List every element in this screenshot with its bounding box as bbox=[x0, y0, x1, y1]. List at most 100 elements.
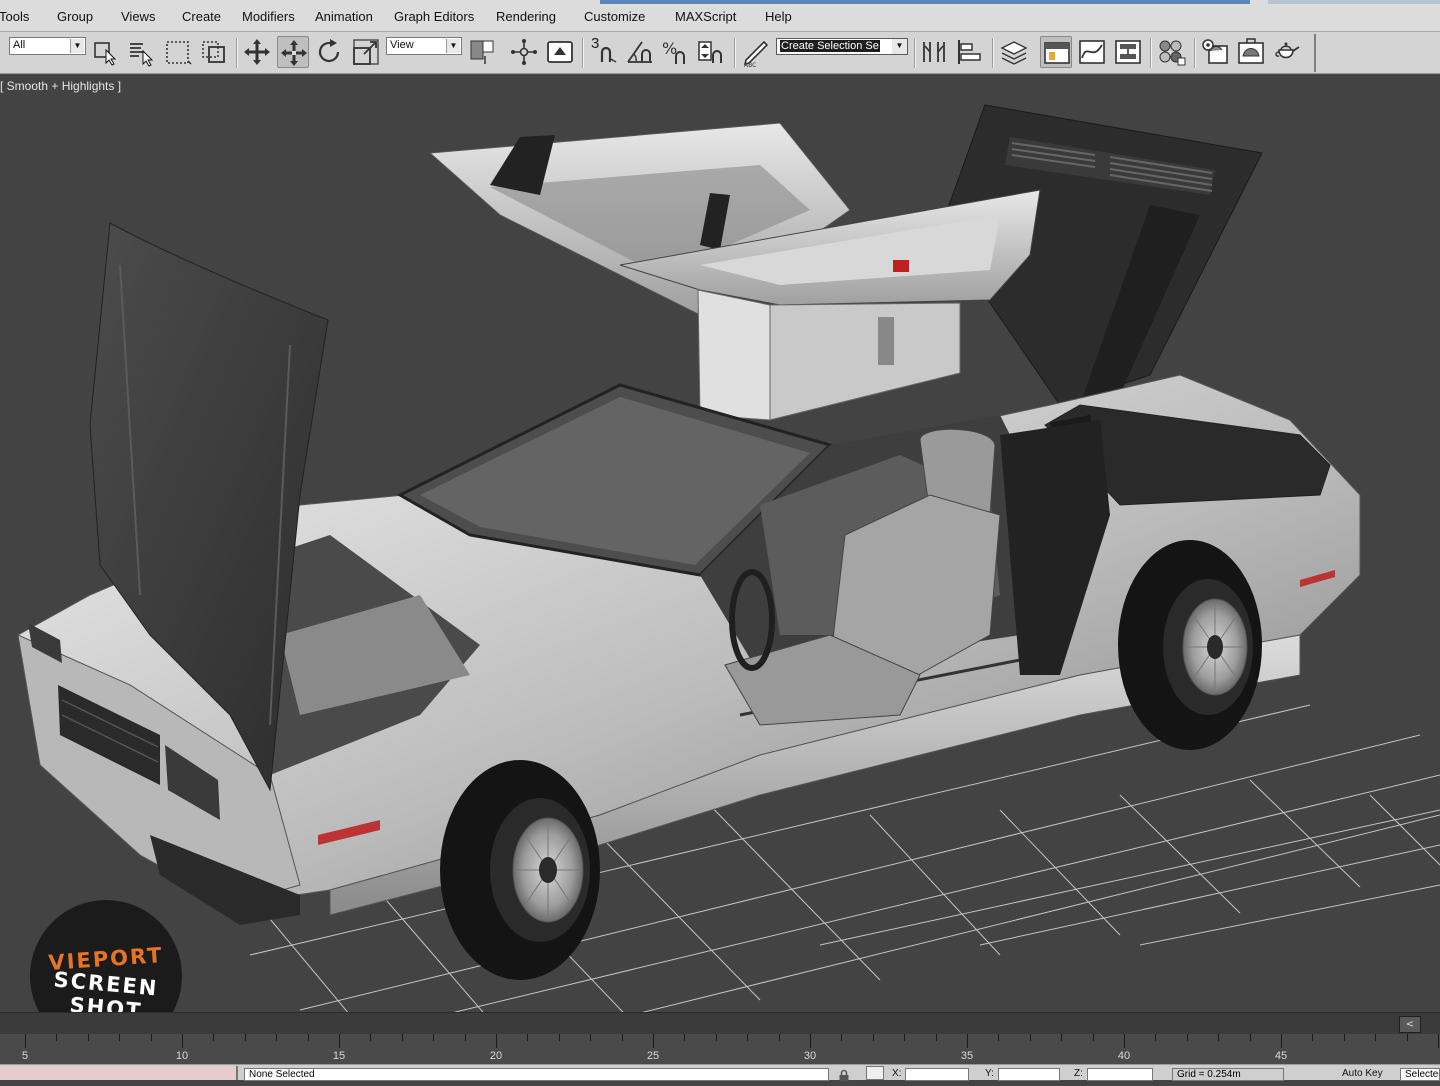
render-teapot-button[interactable] bbox=[1271, 36, 1303, 68]
graphite-ribbon-button[interactable] bbox=[1040, 36, 1072, 68]
toolbar-separator bbox=[914, 38, 916, 68]
timeline-tick-label: 30 bbox=[803, 1050, 817, 1062]
pivot-center-icon bbox=[470, 40, 494, 64]
snap-toggle-button[interactable]: 3 bbox=[588, 35, 620, 68]
align-icon bbox=[958, 40, 981, 64]
select-move-button[interactable] bbox=[241, 36, 273, 68]
chevron-down-icon[interactable]: ▼ bbox=[892, 39, 907, 54]
timeline-tick bbox=[496, 1034, 497, 1048]
timeline-tick bbox=[182, 1034, 183, 1048]
timeline-tick bbox=[1124, 1034, 1125, 1048]
window-crossing-button[interactable] bbox=[198, 36, 230, 68]
svg-text:ABC: ABC bbox=[744, 62, 756, 68]
scale-icon bbox=[353, 39, 379, 65]
front-wheel bbox=[440, 760, 600, 980]
track-bar[interactable]: 5 10 15 20 25 30 35 40 45 bbox=[0, 1034, 1440, 1064]
select-manipulate-button[interactable] bbox=[508, 36, 540, 68]
toolbar-end-divider bbox=[1314, 34, 1316, 72]
align-button[interactable] bbox=[954, 36, 986, 68]
mirror-button[interactable] bbox=[918, 36, 950, 68]
curve-editor-button[interactable] bbox=[1076, 36, 1108, 68]
named-selection-input[interactable]: Create Selection Se ▼ bbox=[776, 38, 908, 55]
timeline-tick bbox=[276, 1034, 278, 1041]
menu-create[interactable]: Create bbox=[182, 9, 221, 24]
rendered-frame-icon bbox=[1238, 38, 1264, 64]
select-manipulate-icon bbox=[511, 39, 537, 65]
spinner-snap-button[interactable] bbox=[696, 36, 728, 68]
render-teapot-icon bbox=[1275, 42, 1300, 59]
curve-editor-icon bbox=[1079, 40, 1105, 64]
timeline-tick-label: 20 bbox=[489, 1050, 503, 1062]
timeline-tick bbox=[1375, 1034, 1377, 1041]
angle-snap-button[interactable] bbox=[624, 36, 656, 68]
timeline-tick-label: 10 bbox=[175, 1050, 189, 1062]
schematic-view-button[interactable] bbox=[1112, 36, 1144, 68]
timeline-tick bbox=[150, 1034, 152, 1041]
timeline-tick bbox=[1249, 1034, 1251, 1041]
menu-graph-editors[interactable]: Graph Editors bbox=[394, 9, 474, 24]
rear-wheel bbox=[1118, 540, 1262, 750]
selection-filter-value: All bbox=[13, 39, 26, 51]
timeline-tick bbox=[558, 1034, 560, 1041]
reference-coord-dropdown[interactable]: View ▼ bbox=[386, 37, 462, 55]
title-strip-right bbox=[1268, 0, 1440, 4]
key-filter-dropdown[interactable]: Selected bbox=[1400, 1068, 1440, 1081]
menu-rendering[interactable]: Rendering bbox=[496, 9, 556, 24]
menu-customize[interactable]: Customize bbox=[584, 9, 645, 24]
lock-icon[interactable] bbox=[838, 1067, 850, 1082]
time-slider-prev-button[interactable]: < bbox=[1399, 1016, 1421, 1033]
x-coordinate-field[interactable] bbox=[905, 1068, 969, 1081]
menu-help[interactable]: Help bbox=[765, 9, 792, 24]
toolbar-separator bbox=[1150, 38, 1152, 68]
menu-animation[interactable]: Animation bbox=[315, 9, 373, 24]
rect-region-button[interactable] bbox=[162, 36, 194, 68]
viewport-shading-label[interactable]: [ Smooth + Highlights ] bbox=[0, 79, 121, 93]
auto-key-button[interactable]: Auto Key bbox=[1342, 1068, 1394, 1079]
rotate-icon bbox=[318, 39, 340, 63]
rendered-frame-button[interactable] bbox=[1235, 36, 1267, 68]
timeline-tick bbox=[935, 1034, 937, 1041]
menu-modifiers[interactable]: Modifiers bbox=[242, 9, 295, 24]
layer-manager-button[interactable] bbox=[998, 36, 1030, 68]
rotate-button[interactable] bbox=[313, 36, 345, 68]
time-slider[interactable]: < bbox=[0, 1012, 1440, 1035]
timeline-tick-label: 40 bbox=[1117, 1050, 1131, 1062]
select-by-name-button[interactable] bbox=[126, 36, 158, 68]
timeline-tick bbox=[810, 1034, 811, 1048]
timeline-tick-label: 15 bbox=[332, 1050, 346, 1062]
scale-button[interactable] bbox=[350, 36, 382, 68]
z-coordinate-field[interactable] bbox=[1087, 1068, 1153, 1081]
render-setup-button[interactable] bbox=[1199, 36, 1231, 68]
selection-filter-dropdown[interactable]: All ▼ bbox=[9, 37, 86, 55]
move-icon bbox=[281, 40, 307, 66]
menu-views[interactable]: Views bbox=[121, 9, 155, 24]
selection-status: None Selected bbox=[244, 1068, 829, 1081]
menu-maxscript[interactable]: MAXScript bbox=[675, 9, 736, 24]
timeline-tick bbox=[872, 1034, 874, 1041]
schematic-view-icon bbox=[1115, 40, 1141, 64]
keyboard-shortcut-button[interactable] bbox=[544, 36, 576, 68]
material-editor-button[interactable] bbox=[1156, 36, 1188, 68]
perspective-viewport[interactable]: [ Smooth + Highlights ] VIEPORT SCREEN S… bbox=[0, 75, 1440, 1012]
percent-snap-button[interactable]: % bbox=[660, 36, 692, 68]
edit-named-selection-button[interactable]: ABC bbox=[740, 36, 772, 68]
timeline-tick bbox=[590, 1034, 592, 1041]
y-coordinate-field[interactable] bbox=[998, 1068, 1060, 1081]
timeline-tick bbox=[715, 1034, 717, 1041]
absolute-mode-icon[interactable] bbox=[866, 1066, 884, 1080]
timeline-tick bbox=[778, 1034, 780, 1041]
main-toolbar: All ▼ View ▼ 3 % ABC bbox=[0, 32, 1440, 74]
timeline-tick bbox=[527, 1034, 529, 1041]
maxscript-listener-mini[interactable] bbox=[0, 1066, 238, 1080]
select-object-button[interactable] bbox=[90, 36, 122, 68]
toolbar-separator bbox=[582, 38, 584, 68]
window-crossing-icon bbox=[202, 41, 225, 63]
move-button[interactable] bbox=[277, 36, 309, 68]
timeline-tick bbox=[998, 1034, 1000, 1041]
menu-group[interactable]: Group bbox=[57, 9, 93, 24]
pivot-center-button[interactable] bbox=[466, 36, 498, 68]
timeline-tick bbox=[1438, 1034, 1439, 1048]
menu-tools[interactable]: Tools bbox=[0, 9, 29, 24]
layer-manager-icon bbox=[1000, 41, 1028, 65]
timeline-tick bbox=[1092, 1034, 1094, 1041]
